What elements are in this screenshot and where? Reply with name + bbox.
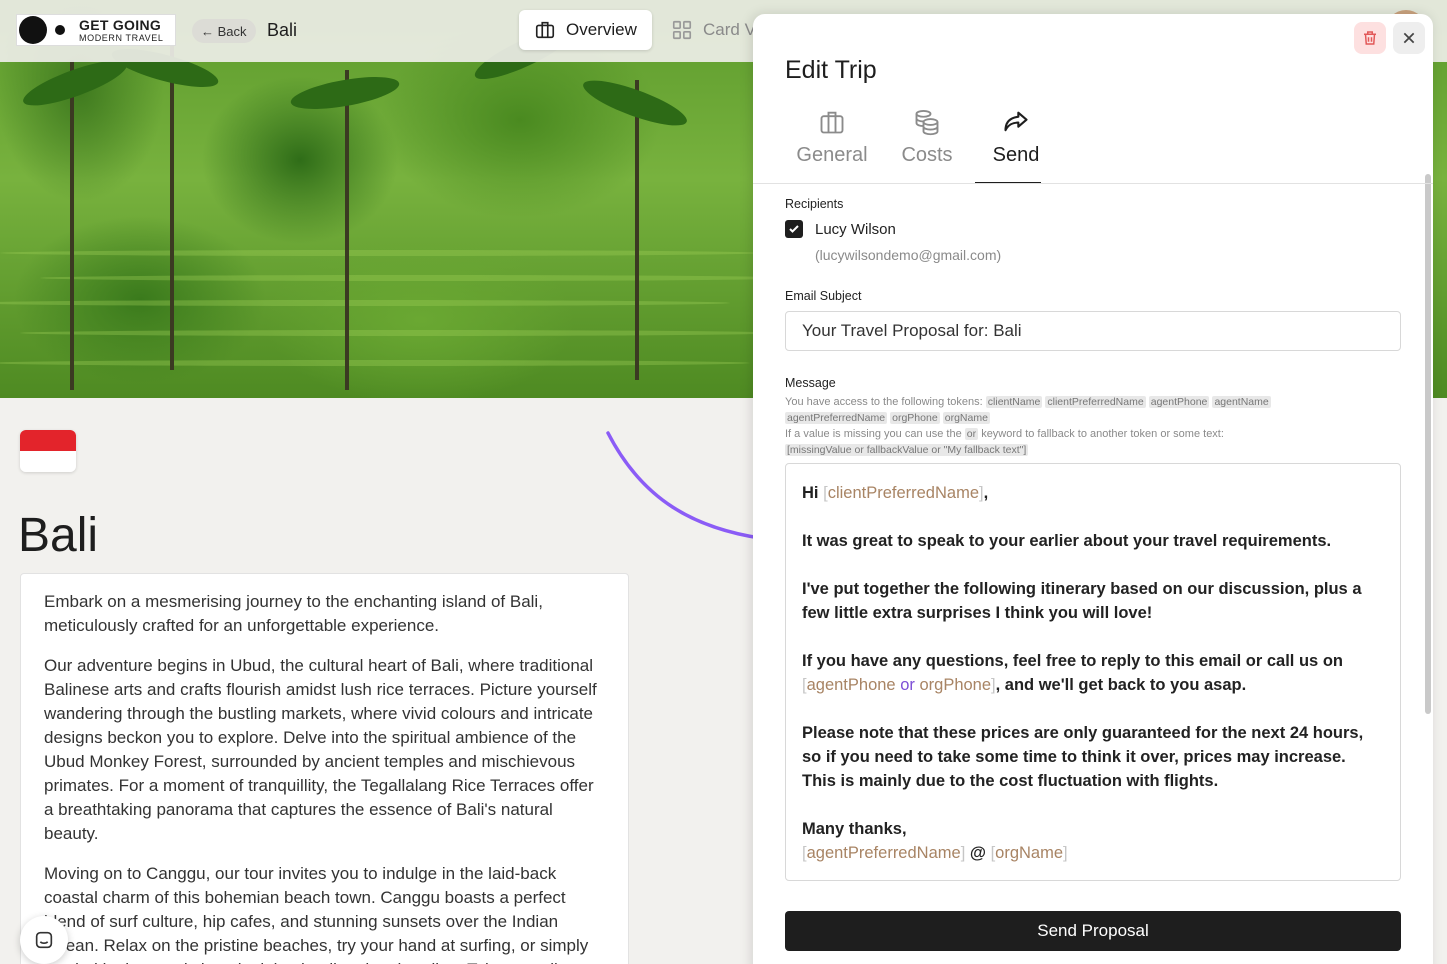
tab-costs-label: Costs: [901, 144, 953, 166]
token-chip: agentPreferredName: [785, 412, 888, 424]
tab-costs[interactable]: Costs: [879, 108, 975, 184]
email-subject-label: Email Subject: [785, 289, 862, 303]
description-paragraph: Our adventure begins in Ubud, the cultur…: [44, 656, 597, 843]
description-paragraph: Embark on a mesmerising journey to the e…: [44, 592, 543, 635]
close-panel-button[interactable]: [1393, 22, 1425, 54]
briefcase-icon: [820, 111, 844, 134]
token-org-phone: orgPhone: [919, 676, 992, 694]
recipient-name: Lucy Wilson: [815, 221, 896, 238]
tab-send-label: Send: [992, 144, 1040, 166]
token-chip: agentName: [1212, 396, 1271, 408]
message-paragraph: I've put together the following itinerar…: [802, 580, 1362, 622]
fallback-hint-text: keyword to fallback to another token or …: [981, 428, 1224, 440]
token-chip: agentPhone: [1148, 396, 1210, 408]
token-chip: orgPhone: [890, 412, 940, 424]
tab-overview[interactable]: Overview: [519, 10, 652, 50]
fallback-example-chip: [missingValue or fallbackValue or "My fa…: [785, 444, 1029, 456]
token-chip: clientName: [985, 396, 1043, 408]
email-subject-input[interactable]: [785, 311, 1401, 351]
coins-icon: [915, 109, 939, 136]
grid-icon: [672, 20, 692, 40]
company-logo[interactable]: GET GOING MODERN TRAVEL: [16, 14, 176, 46]
panel-tabs: General Costs Send: [785, 108, 1049, 184]
recipient-email: (lucywilsondemo@gmail.com): [815, 247, 1002, 263]
trip-name: Bali: [267, 20, 298, 40]
tab-overview-label: Overview: [566, 20, 637, 39]
message-label: Message: [785, 376, 836, 390]
destination-description: Embark on a mesmerising journey to the e…: [20, 573, 629, 964]
back-button[interactable]: ← Back: [192, 19, 256, 43]
indonesia-flag-icon: [20, 430, 76, 472]
tab-card-view-label: Card V: [703, 20, 756, 39]
recipients-label: Recipients: [785, 197, 844, 211]
delete-trip-button[interactable]: [1354, 22, 1386, 54]
tab-general-label: General: [796, 144, 868, 166]
close-icon: [1403, 32, 1415, 44]
token-chip: clientPreferredName: [1045, 396, 1146, 408]
token-client-preferred-name: clientPreferredName: [827, 484, 979, 502]
token-chip: orgName: [942, 412, 990, 424]
message-paragraph: Please note that these prices are only g…: [802, 724, 1364, 790]
message-paragraph: If you have any questions, feel free to …: [802, 652, 1343, 694]
logo-subtitle: MODERN TRAVEL: [79, 32, 164, 43]
chat-launcher-button[interactable]: [20, 916, 68, 964]
or-keyword-chip: or: [964, 428, 979, 440]
tokens-hint: You have access to the following tokens:…: [785, 394, 1345, 426]
edit-trip-panel: Edit Trip General Costs Send Recipients …: [753, 14, 1433, 964]
share-arrow-icon: [1004, 111, 1028, 132]
message-paragraph: It was great to speak to your earlier ab…: [802, 532, 1332, 550]
token-org-name: orgName: [995, 844, 1064, 862]
or-keyword: or: [900, 676, 915, 694]
logo-title: GET GOING: [79, 16, 162, 33]
panel-title: Edit Trip: [785, 56, 877, 84]
token-agent-preferred-name: agentPreferredName: [806, 844, 961, 862]
trash-icon: [1364, 31, 1376, 45]
message-signoff: Many thanks, [agentPreferredName] @ [org…: [802, 820, 1068, 862]
panel-scrollbar[interactable]: [1425, 174, 1431, 714]
fallback-hint: If a value is missing you can use the or…: [785, 426, 1345, 458]
checkmark-icon: [789, 225, 799, 233]
briefcase-icon: [535, 21, 555, 39]
tab-general[interactable]: General: [785, 108, 879, 184]
tokens-hint-text: You have access to the following tokens:: [785, 396, 983, 408]
fallback-hint-text: If a value is missing you can use the: [785, 428, 962, 440]
chat-icon: [35, 931, 53, 949]
token-agent-phone: agentPhone: [806, 676, 896, 694]
destination-title: Bali: [18, 509, 99, 562]
description-paragraph: Moving on to Canggu, our tour invites yo…: [44, 864, 589, 964]
recipient-checkbox[interactable]: [785, 220, 803, 238]
tab-divider: [753, 183, 1433, 184]
send-proposal-button[interactable]: Send Proposal: [785, 911, 1401, 951]
tab-send[interactable]: Send: [975, 108, 1049, 184]
message-greeting: Hi [clientPreferredName],: [802, 484, 989, 502]
message-editor[interactable]: Hi [clientPreferredName], It was great t…: [785, 463, 1401, 881]
